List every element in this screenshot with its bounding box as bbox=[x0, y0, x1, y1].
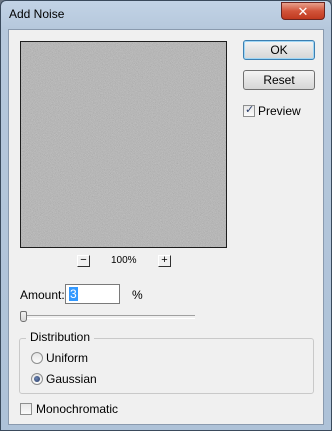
zoom-level: 100% bbox=[111, 255, 137, 266]
zoom-out-button[interactable]: − bbox=[77, 255, 90, 267]
title-bar[interactable]: Add Noise ✕ bbox=[1, 1, 331, 28]
dialog-body: − 100% + OK Reset ✓ Preview Amount: 3 % … bbox=[8, 29, 324, 425]
ok-button[interactable]: OK bbox=[243, 40, 315, 60]
zoom-in-button[interactable]: + bbox=[158, 255, 171, 267]
add-noise-dialog: Add Noise ✕ − 100% + OK Reset ✓ Preview … bbox=[0, 0, 332, 431]
amount-unit: % bbox=[132, 288, 143, 302]
preview-label: Preview bbox=[258, 104, 301, 118]
uniform-radio[interactable] bbox=[31, 352, 43, 364]
checkmark-icon: ✓ bbox=[245, 104, 255, 116]
close-icon: ✕ bbox=[297, 3, 309, 19]
noise-preview[interactable] bbox=[20, 41, 227, 248]
monochromatic-checkbox[interactable] bbox=[20, 403, 32, 415]
close-button[interactable]: ✕ bbox=[281, 2, 325, 20]
gaussian-label: Gaussian bbox=[46, 372, 97, 386]
reset-button[interactable]: Reset bbox=[243, 70, 315, 90]
amount-input[interactable]: 3 bbox=[65, 284, 120, 304]
noise-preview-image bbox=[21, 42, 226, 247]
distribution-title: Distribution bbox=[26, 330, 95, 344]
monochromatic-label: Monochromatic bbox=[36, 402, 119, 416]
amount-slider-thumb[interactable] bbox=[20, 311, 28, 322]
preview-checkbox[interactable]: ✓ bbox=[243, 104, 255, 117]
radio-selected-dot bbox=[34, 376, 40, 382]
window-title: Add Noise bbox=[9, 7, 65, 21]
gaussian-radio[interactable] bbox=[31, 373, 43, 385]
amount-value: 3 bbox=[69, 287, 78, 301]
amount-label: Amount: bbox=[20, 288, 65, 302]
uniform-label: Uniform bbox=[46, 351, 89, 365]
amount-slider-track[interactable] bbox=[22, 315, 195, 319]
